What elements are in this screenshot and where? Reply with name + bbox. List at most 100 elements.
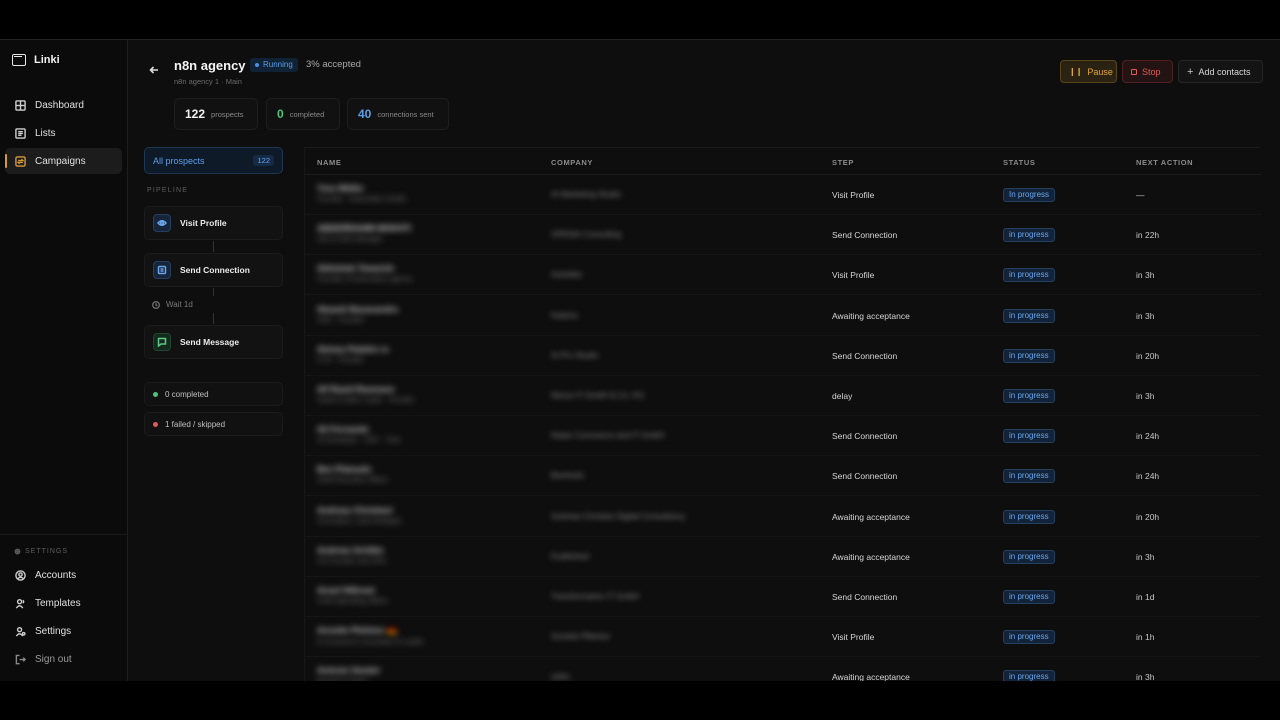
table-header: NAME COMPANY STEP STATUS NEXT ACTION [305, 148, 1261, 175]
prospect-company: Benfootic [551, 471, 585, 481]
list-icon [15, 127, 26, 139]
prospect-step: Visit Profile [832, 632, 875, 643]
clock-icon [152, 300, 160, 309]
prospect-step: Awaiting acceptance [832, 672, 910, 681]
prospect-company: Erablished [551, 551, 589, 561]
letterbox-bottom [0, 681, 1280, 720]
prospect-step: Send Connection [832, 592, 898, 602]
stop-icon [1131, 68, 1137, 75]
column-header-next-action[interactable]: NEXT ACTION [1136, 158, 1193, 167]
prospect-company: Andreas Christian Digital Consultancy [551, 511, 686, 521]
column-header-name[interactable]: NAME [317, 158, 341, 167]
nav-item-accounts[interactable]: Accounts [5, 562, 122, 588]
nav-label: Sign out [35, 653, 72, 665]
prospect-name: Andreas Christiani Consultant, Lead Strat… [317, 504, 402, 525]
summary-completed[interactable]: 0 completed [144, 382, 283, 406]
pipeline-connector [213, 313, 214, 324]
nav-item-templates[interactable]: Templates [5, 590, 122, 616]
prospect-step: Awaiting acceptance [832, 551, 910, 562]
next-action: in 20h [1136, 350, 1160, 361]
prospect-name: Annette Pleitmer 🇩🇪 E-Commerce Consultant… [317, 625, 424, 647]
table-row[interactable]: Ahmey Palahm ra CTO · Founder AI Pro Studi… [305, 336, 1261, 376]
gear-small-icon [14, 548, 21, 555]
prospects-table: NAME COMPANY STEP STATUS NEXT ACTION Yve… [304, 147, 1261, 681]
nav-item-settings[interactable]: Settings [5, 618, 122, 644]
account-icon [15, 569, 26, 581]
nav-item-sign-out[interactable]: Sign out [5, 646, 122, 672]
nav-label: Campaigns [35, 155, 86, 167]
pipeline-step-send-connection[interactable]: Send Connection [144, 253, 283, 287]
table-row[interactable]: Akaash Basavandra CEO · Founder Kalamu Awai… [305, 296, 1261, 336]
table-row[interactable]: Abhishek Tewarish Founder of Automation a… [305, 255, 1261, 296]
prospect-step: Awaiting acceptance [832, 511, 910, 522]
connection-icon [153, 261, 171, 279]
table-row[interactable]: Ali Fernando AI Developer · CEO · Tutor Nu… [305, 416, 1261, 457]
next-action: in 24h [1136, 471, 1160, 482]
prospect-company: sales [551, 672, 570, 681]
prospect-name: Antonio SanderBusiness Owner [317, 665, 381, 681]
table-row[interactable]: ABDERRAHIM MOKHTI n8n & Zoho Manager OPENA… [305, 215, 1261, 256]
pipeline-section-label: PIPELINE [147, 187, 189, 194]
status-badge: in progress [1003, 630, 1055, 645]
table-row[interactable]: Ansel Hilbrant Chief Operating Officer Tra… [305, 577, 1261, 617]
nav-item-dashboard[interactable]: Dashboard [5, 92, 122, 118]
arrow-left-icon [149, 66, 158, 74]
prospect-name: Ahmey Palahm ra CTO · Founder [317, 343, 389, 364]
pipeline-step-visit-profile[interactable]: Visit Profile [144, 206, 283, 240]
prospect-step: Visit Profile [832, 190, 875, 200]
settings-section-label: SETTINGS [14, 548, 68, 555]
nav-item-campaigns[interactable]: Campaigns [5, 148, 122, 174]
prospect-company: Transformation IT GmbH [551, 592, 640, 601]
add-contacts-button[interactable]: + Add contacts [1178, 60, 1263, 83]
sign-out-icon [15, 654, 26, 664]
count-badge: 122 [253, 155, 274, 166]
prospect-step: Send Connection [832, 350, 898, 361]
pipeline-connector [213, 241, 214, 252]
summary-failed[interactable]: 1 failed / skipped [144, 412, 283, 436]
eye-icon [153, 214, 171, 232]
next-action: in 1h [1136, 632, 1155, 643]
prospect-name: ABDERRAHIM MOKHTI n8n & Zoho Manager [317, 223, 411, 244]
status-dot [153, 391, 158, 397]
status-badge: in progress [1003, 590, 1055, 604]
prospect-company: OPENAI Consulting [551, 230, 622, 240]
table-row[interactable]: Andreas Schiller CO Founder and CEO Erabli… [305, 537, 1261, 577]
prospect-step: delay [832, 391, 853, 401]
prospect-name: Yves Müller Founder · Automation Studio [317, 183, 407, 203]
status-badge: in progress [1003, 549, 1055, 564]
template-icon [15, 598, 25, 609]
back-button[interactable] [148, 64, 162, 78]
next-action: in 22h [1136, 230, 1160, 241]
app-name: Linki [34, 54, 60, 66]
column-header-company[interactable]: COMPANY [551, 158, 593, 167]
brand[interactable]: Linki [12, 54, 60, 66]
next-action: in 3h [1136, 672, 1155, 681]
table-row[interactable]: Annette Pleitmer 🇩🇪 E-Commerce Consultant… [305, 617, 1261, 658]
nav-item-lists[interactable]: Lists [5, 120, 122, 146]
letterbox-top [0, 0, 1280, 40]
prospect-step: Visit Profile [832, 270, 875, 281]
prospect-company: Kalamu [551, 310, 579, 320]
pipeline-connector [213, 288, 214, 296]
table-row[interactable]: Andreas Christiani Consultant, Lead Strat… [305, 497, 1261, 537]
next-action: in 1d [1136, 592, 1155, 602]
stat-prospects: 122 prospects [174, 98, 258, 130]
prospect-company: Annette Pfleimer [551, 632, 611, 642]
pause-button[interactable]: ❙❙ Pause [1060, 60, 1117, 83]
prospect-company: Nuber Commerce and IT GmbH [551, 431, 665, 441]
status-badge: in progress [1003, 389, 1055, 403]
prospect-company: Autolabs [551, 270, 583, 280]
column-header-status[interactable]: STATUS [1003, 158, 1036, 167]
stop-button[interactable]: Stop [1122, 60, 1173, 83]
table-row[interactable]: Ben Platsudo Chief Executive Officer Benfo… [305, 456, 1261, 497]
column-header-step[interactable]: STEP [832, 158, 854, 167]
all-prospects-filter[interactable]: All prospects 122 [144, 147, 283, 174]
sidebar: Linki Dashboard Lists Campaigns SETTINGS [0, 40, 128, 681]
stat-connections-sent: 40 connections sent [347, 98, 449, 130]
table-row[interactable]: Antonio SanderBusiness Owner sales Awaitin… [305, 657, 1261, 681]
pause-icon: ❙❙ [1069, 67, 1083, 76]
pipeline-step-send-message[interactable]: Send Message [144, 325, 283, 359]
table-row[interactable]: Alf Rasid Rasmann Head of Sales Leads · F… [305, 376, 1261, 416]
table-row[interactable]: Yves Müller Founder · Automation Studio AI… [305, 175, 1261, 215]
prospect-step: Send Connection [832, 431, 898, 442]
